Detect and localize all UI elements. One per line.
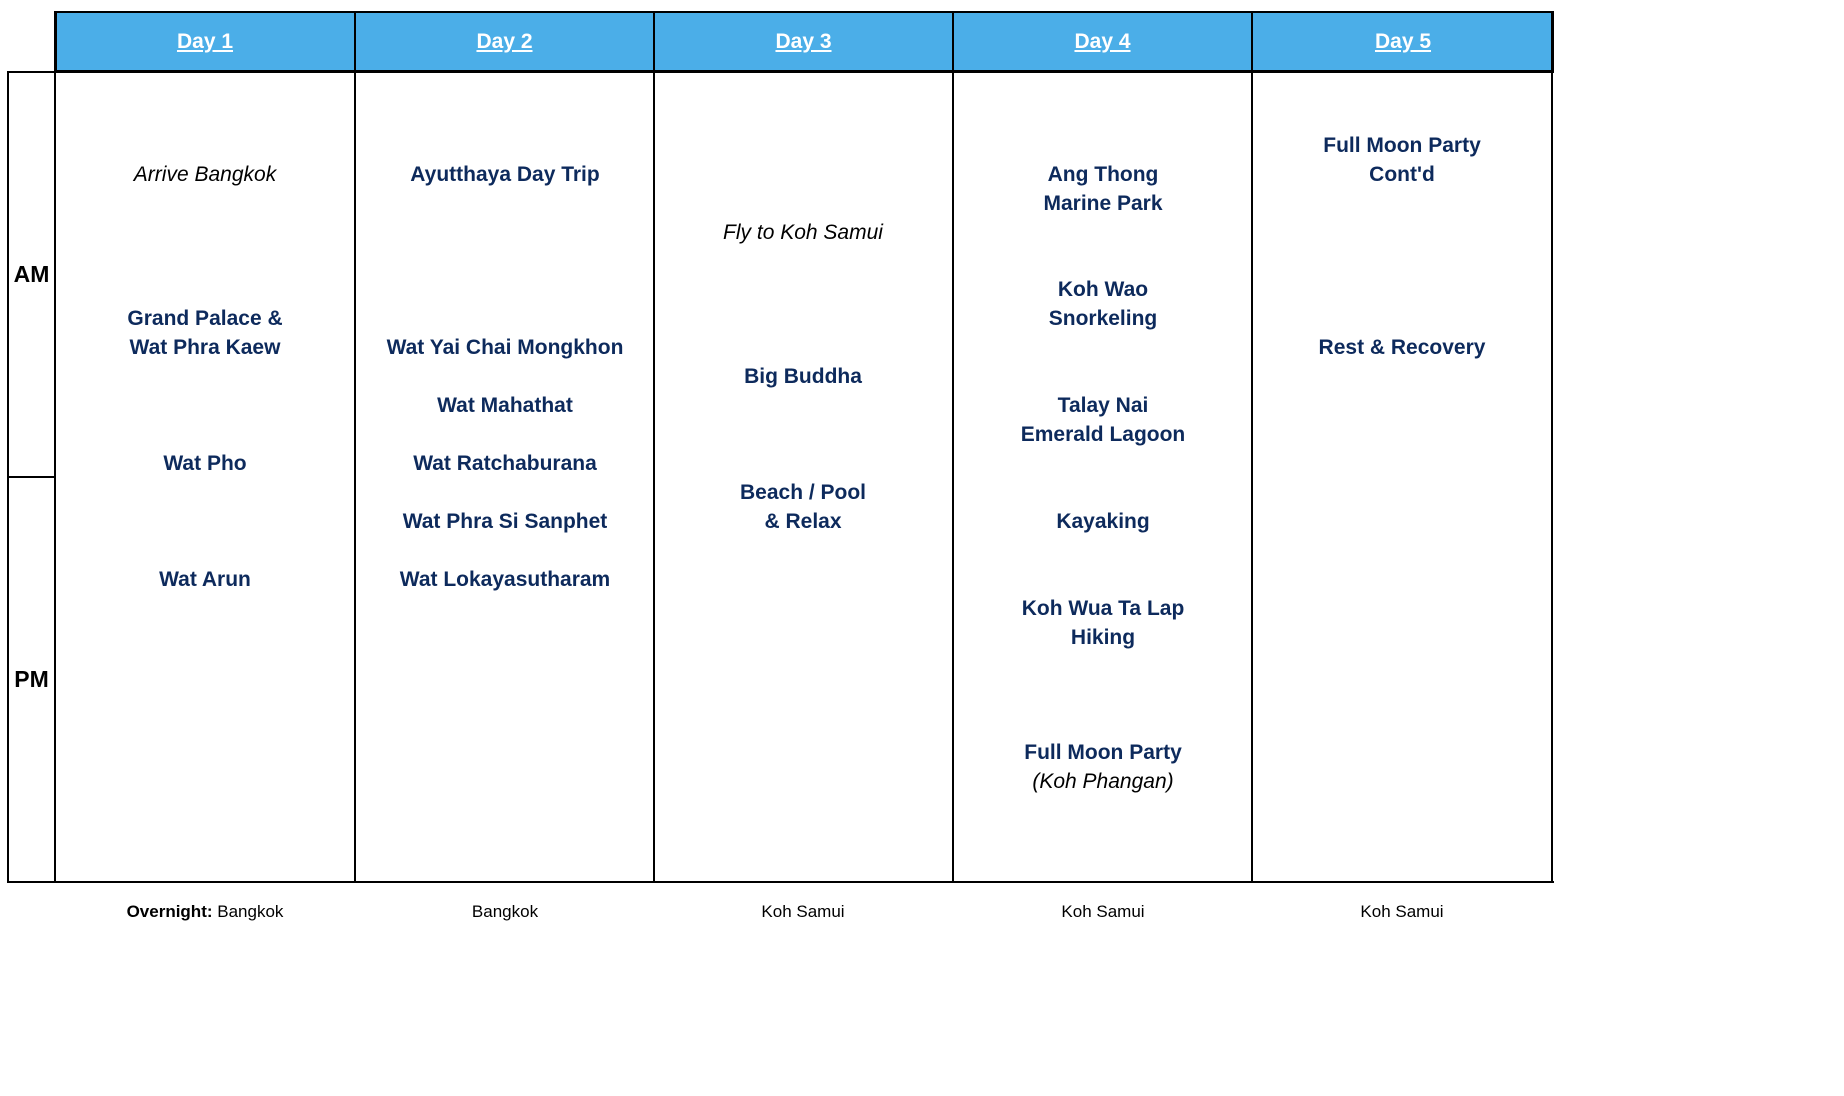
day-5-item: Rest & Recovery [1318,336,1486,359]
day-1-item: Wat Arun [159,568,251,591]
day-4-item: Kayaking [1056,510,1150,533]
overnight-day-2: Bangkok [471,902,539,921]
overnight-day-5: Koh Samui [1360,902,1444,921]
overnight-location: Bangkok [217,902,284,921]
overnight-label: Overnight: [126,902,213,921]
day-4-header: Day 4 [1074,29,1131,53]
grid-line [1551,11,1553,883]
day-3-item: Big Buddha [744,365,862,388]
day-1-header: Day 1 [176,29,234,53]
overnight-day-1: Overnight: Bangkok [127,902,284,922]
day-2-header: Day 2 [476,29,533,53]
day-4-item: Ang Thong Marine Park [1043,163,1163,215]
am-label: AM [13,261,50,287]
day-2-item: Wat Yai Chai Mongkhon [386,336,624,359]
day-2-item: Wat Phra Si Sanphet [402,510,608,533]
day-1-item: Grand Palace & Wat Phra Kaew [127,307,283,359]
day-5-item: Full Moon Party Cont'd [1323,134,1481,186]
grid-line [54,11,56,883]
overnight-day-3: Koh Samui [761,902,845,921]
day-2-item: Wat Lokayasutharam [399,568,611,591]
item-subtext: (Koh Phangan) [1032,770,1174,793]
day-2-item: Wat Ratchaburana [413,452,597,475]
am-pm-divider [7,476,55,478]
grid-line [7,71,1554,73]
day-3-item: Beach / Pool & Relax [739,481,867,533]
pm-label: PM [14,666,49,692]
grid-line [1251,11,1253,883]
day-4-item: Koh Wao Snorkeling [1048,278,1158,330]
overnight-day-4: Koh Samui [1061,902,1145,921]
day-4-item: Full Moon Party (Koh Phangan) [1024,738,1182,796]
day-1-item: Wat Pho [163,452,247,475]
day-3-item: Fly to Koh Samui [723,221,883,244]
grid-line [354,11,356,883]
grid-line [7,881,1554,883]
day-4-item: Koh Wua Ta Lap Hiking [1021,597,1185,649]
grid-line [952,11,954,883]
day-1-item: Arrive Bangkok [133,163,277,186]
day-5-header: Day 5 [1374,29,1432,53]
day-4-item: Talay Nai Emerald Lagoon [1020,394,1186,446]
day-3-header: Day 3 [775,29,832,53]
grid-line [653,11,655,883]
day-2-item: Wat Mahathat [437,394,573,417]
day-2-item: Ayutthaya Day Trip [410,163,600,186]
